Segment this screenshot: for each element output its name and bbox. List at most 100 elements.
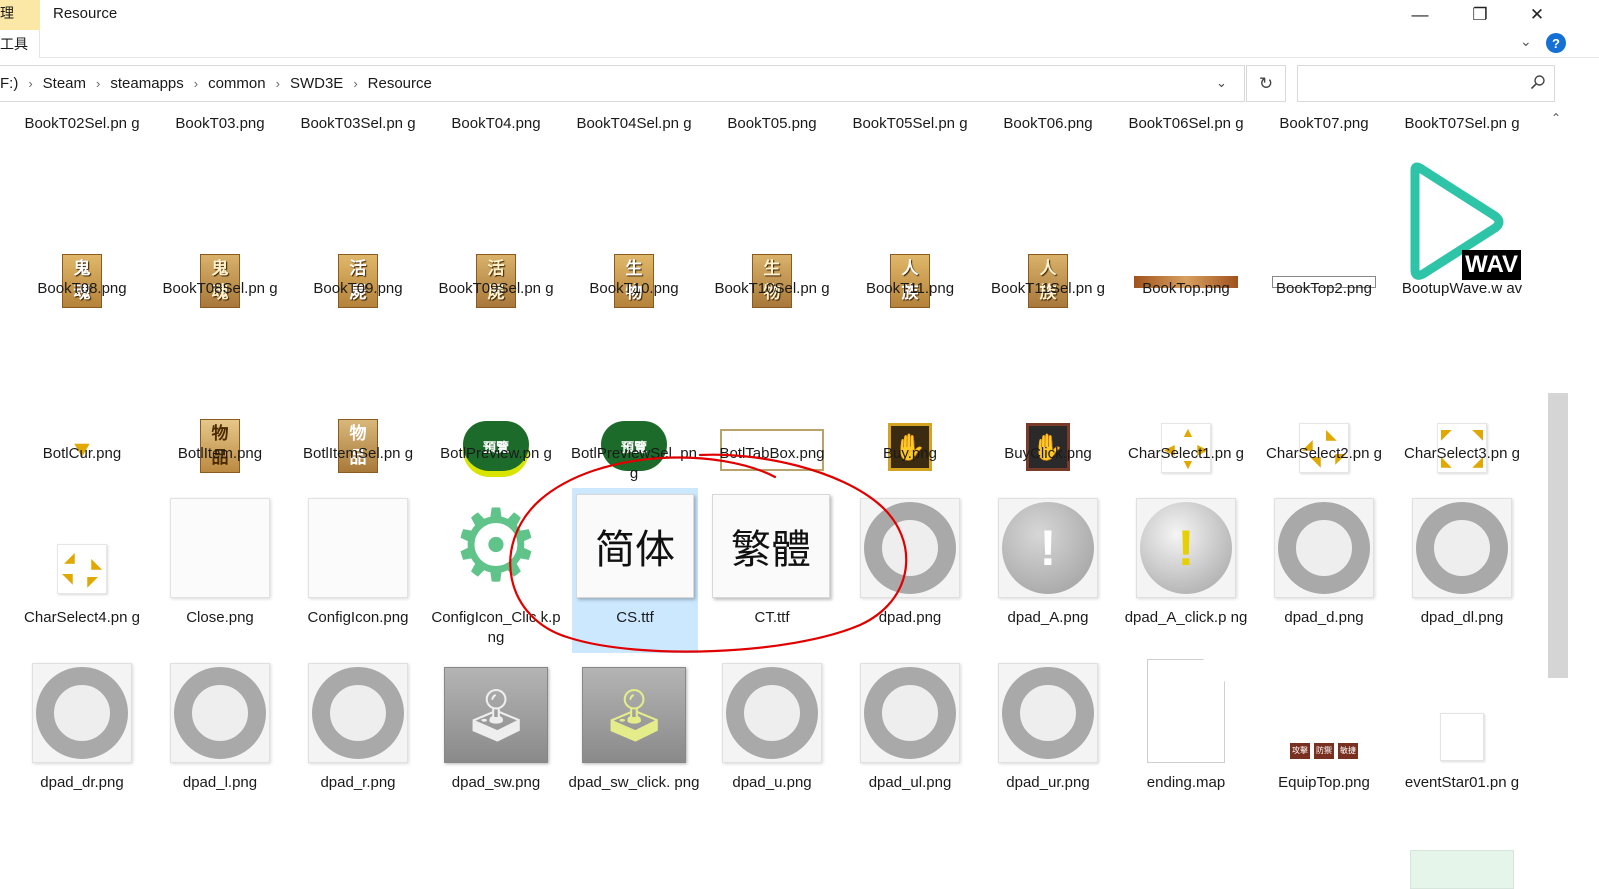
- file-name: dpad_dl.png: [1420, 609, 1504, 626]
- chevron-right-icon[interactable]: ›: [349, 76, 361, 91]
- dpad-ring: [864, 502, 956, 594]
- file-item[interactable]: 人族 BookT11.png: [842, 208, 978, 373]
- file-item[interactable]: 活屍 BookT09.png: [290, 208, 426, 373]
- file-item[interactable]: 攻擊 防禦 敏捷 EquipTop.png: [1256, 653, 1392, 818]
- address-bar[interactable]: F:) › Steam › steamapps › common › SWD3E…: [0, 65, 1245, 102]
- file-name: dpad_dr.png: [40, 774, 124, 791]
- file-name: BookT11.png: [865, 280, 955, 297]
- file-item[interactable]: dpad_l.png: [152, 653, 288, 818]
- file-item[interactable]: dpad_dl.png: [1394, 488, 1530, 653]
- file-name: CharSelect3.pn g: [1404, 445, 1520, 462]
- file-thumbnail: [720, 659, 824, 763]
- breadcrumb-resource[interactable]: Resource: [362, 75, 438, 92]
- blank-image: [1440, 713, 1484, 761]
- help-icon[interactable]: ?: [1546, 33, 1566, 53]
- ribbon-tools-tab[interactable]: 工具: [0, 30, 40, 58]
- glyph: 物: [211, 424, 229, 443]
- file-item[interactable]: dpad_u.png: [704, 653, 840, 818]
- ribbon-tab-stub[interactable]: 理: [0, 0, 40, 30]
- glyph: 生: [763, 259, 781, 278]
- joystick-icon: 🕹: [582, 667, 686, 763]
- file-row: 鬼魂 BookT08.png 鬼魂 BookT08Sel.pn g 活屍 Boo…: [14, 162, 1548, 373]
- file-item[interactable]: dpad_dr.png: [14, 653, 150, 818]
- file-name: ending.map: [1146, 774, 1226, 791]
- chevron-right-icon[interactable]: ›: [24, 76, 36, 91]
- file-item[interactable]: dpad.png: [842, 488, 978, 653]
- file-name: BookT09.png: [313, 280, 403, 297]
- refresh-button[interactable]: ↻: [1246, 65, 1286, 102]
- file-thumbnail: [168, 659, 272, 763]
- close-button[interactable]: ✕: [1514, 0, 1560, 30]
- file-item[interactable]: 鬼魂 BookT08.png: [14, 208, 150, 373]
- file-thumbnail: !: [996, 494, 1100, 598]
- scrollbar-thumb[interactable]: [1548, 393, 1568, 678]
- file-item[interactable]: ⚙ ConfigIcon_Clic k.png: [428, 488, 564, 653]
- scroll-up-arrow-icon[interactable]: ⌃: [1551, 111, 1561, 125]
- file-item[interactable]: ending.map: [1118, 653, 1254, 818]
- file-thumbnail: [1410, 659, 1514, 763]
- file-thumbnail: 🕹: [582, 659, 686, 763]
- file-item[interactable]: ! dpad_A_click.p ng: [1118, 488, 1254, 653]
- breadcrumb-swd3e[interactable]: SWD3E: [284, 75, 349, 92]
- glyph: 活: [487, 259, 505, 278]
- file-item[interactable]: ! dpad_A.png: [980, 488, 1116, 653]
- file-item[interactable]: 生物 BookT10Sel.pn g: [704, 208, 840, 373]
- file-item[interactable]: Close.png: [152, 488, 288, 653]
- breadcrumb-steamapps[interactable]: steamapps: [104, 75, 189, 92]
- breadcrumb-steam[interactable]: Steam: [37, 75, 92, 92]
- file-row: ◢ ◣ ◥ ◤ CharSelect4.pn g Close.png ConfigIc…: [14, 488, 1548, 653]
- file-item[interactable]: 🕹 dpad_sw.png: [428, 653, 564, 818]
- blank-image: [170, 498, 270, 598]
- file-item[interactable]: 人族 BookT11Sel.pn g: [980, 208, 1116, 373]
- file-item[interactable]: 繁體 CT.ttf: [704, 488, 840, 653]
- file-name: dpad_A_click.p ng: [1124, 609, 1248, 626]
- file-name: BotlPreviewSel. png: [571, 445, 697, 482]
- file-name: BootupWave.w av: [1401, 280, 1523, 297]
- chevron-right-icon[interactable]: ›: [92, 76, 104, 91]
- file-item[interactable]: dpad_r.png: [290, 653, 426, 818]
- partial-thumbnail[interactable]: [1410, 850, 1514, 889]
- glyph: 物: [349, 424, 367, 443]
- vertical-scrollbar[interactable]: ⌃: [1548, 108, 1568, 889]
- file-item[interactable]: 鬼魂 BookT08Sel.pn g: [152, 208, 288, 373]
- file-item[interactable]: dpad_ur.png: [980, 653, 1116, 818]
- file-item[interactable]: ◢ ◣ ◥ ◤ CharSelect4.pn g: [14, 488, 150, 653]
- file-name: BookT08.png: [37, 280, 127, 297]
- equip-top-image: 攻擊 防禦 敏捷: [1272, 743, 1376, 761]
- file-item[interactable]: eventStar01.pn g: [1394, 653, 1530, 818]
- file-item[interactable]: dpad_ul.png: [842, 653, 978, 818]
- dpad-image: !: [998, 498, 1098, 598]
- file-name: dpad.png: [878, 609, 942, 626]
- file-name: dpad_sw_click. png: [568, 774, 700, 791]
- file-thumbnail: 繁體: [712, 494, 830, 598]
- file-item[interactable]: dpad_d.png: [1256, 488, 1392, 653]
- file-item[interactable]: BookTop2.png: [1256, 208, 1392, 373]
- search-input[interactable]: [1297, 65, 1555, 102]
- file-name: BookT08Sel.pn g: [162, 280, 278, 297]
- minimize-button[interactable]: —: [1397, 0, 1443, 30]
- file-name: BotlCur.png: [42, 445, 122, 462]
- file-name: dpad_l.png: [182, 774, 258, 791]
- file-item[interactable]: BookTop.png: [1118, 208, 1254, 373]
- chevron-right-icon[interactable]: ›: [190, 76, 202, 91]
- breadcrumb-common[interactable]: common: [202, 75, 272, 92]
- expand-ribbon-chevron-icon[interactable]: ⌄: [1520, 33, 1532, 50]
- dpad-image: [170, 663, 270, 763]
- file-name: CS.ttf: [616, 609, 654, 626]
- chevron-right-icon[interactable]: ›: [272, 76, 284, 91]
- search-icon[interactable]: [1530, 74, 1546, 90]
- file-item[interactable]: WAV BootupWave.w av: [1394, 162, 1530, 373]
- file-item[interactable]: ConfigIcon.png: [290, 488, 426, 653]
- file-item[interactable]: 活屍 BookT09Sel.pn g: [428, 208, 564, 373]
- file-item[interactable]: 🕹 dpad_sw_click. png: [566, 653, 702, 818]
- file-item-selected[interactable]: 简体 CS.ttf: [572, 488, 698, 653]
- file-item[interactable]: 生物 BookT10.png: [566, 208, 702, 373]
- dpad-image: !: [1136, 498, 1236, 598]
- breadcrumb-drive[interactable]: F:): [0, 75, 24, 92]
- file-name: CharSelect2.pn g: [1266, 445, 1382, 462]
- chevron-down-icon[interactable]: ⌄: [1216, 75, 1227, 91]
- file-name: BookT04Sel.pn g: [576, 115, 692, 132]
- dpad-image: [998, 663, 1098, 763]
- maximize-button[interactable]: ❐: [1457, 0, 1503, 30]
- file-name: BookT03Sel.pn g: [300, 115, 416, 132]
